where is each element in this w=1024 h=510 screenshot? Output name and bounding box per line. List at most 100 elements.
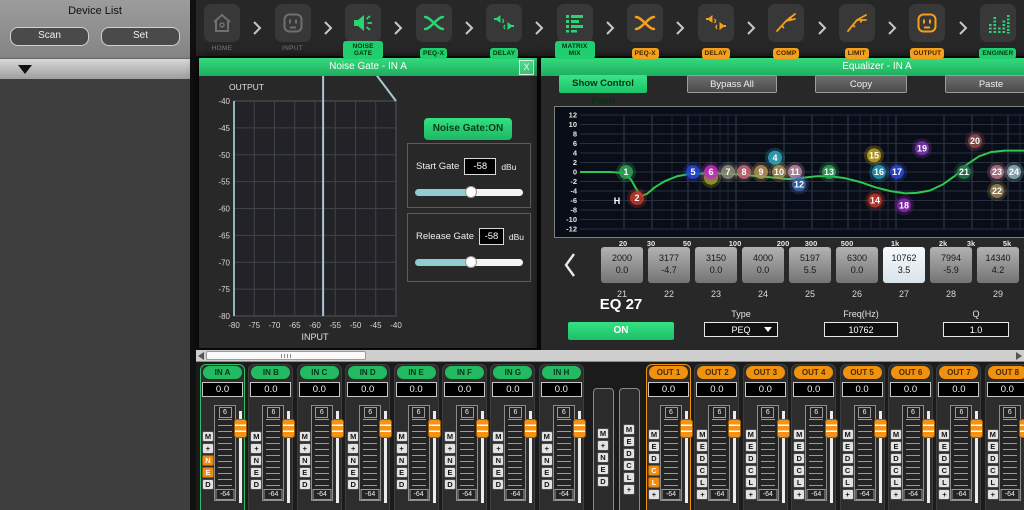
channel-button-e[interactable]: E [987, 441, 999, 452]
eq-control-point-14[interactable]: 14 [865, 191, 885, 211]
freq-value-field[interactable]: 10762 [824, 322, 898, 337]
channel-button-e[interactable]: E [444, 467, 456, 478]
channel-gain-value[interactable]: 0.0 [541, 382, 582, 397]
toolbar-item-delay[interactable]: DELAY [484, 4, 524, 60]
channel-button-d[interactable]: D [890, 453, 902, 464]
noise-gate-graph[interactable]: OUTPUT-40-45-50-55-60-65-70-75-80-80-75-… [199, 76, 537, 346]
channel-button-m[interactable]: M [623, 424, 635, 435]
channel-button-l[interactable]: L [745, 477, 757, 488]
close-icon[interactable]: X [519, 60, 534, 75]
channel-button-e[interactable]: E [492, 467, 504, 478]
fader-handle[interactable] [1019, 419, 1024, 438]
fader-handle[interactable] [874, 419, 887, 438]
channel-button-+[interactable]: + [793, 489, 805, 500]
mixer-scrollbar-thumb[interactable] [206, 351, 366, 360]
scroll-left-icon[interactable] [198, 352, 204, 360]
fader-handle[interactable] [234, 419, 247, 438]
channel-button-n[interactable]: N [202, 455, 214, 466]
channel-gain-value[interactable]: 0.0 [299, 382, 340, 397]
channel-button-c[interactable]: C [648, 465, 660, 476]
band-cell-29[interactable]: 143404.2 [976, 246, 1020, 284]
channel-button-+[interactable]: + [396, 443, 408, 454]
channel-button-c[interactable]: C [842, 465, 854, 476]
channel-button-e[interactable]: E [541, 467, 553, 478]
channel-gain-value[interactable]: 0.0 [347, 382, 388, 397]
eq-control-point-19[interactable]: 19 [912, 138, 932, 158]
channel-button-d[interactable]: D [938, 453, 950, 464]
channel-button-d[interactable]: D [745, 453, 757, 464]
fader-handle[interactable] [379, 419, 392, 438]
channel-button-+[interactable]: + [938, 489, 950, 500]
start-gate-slider-thumb[interactable] [465, 186, 477, 198]
paste-button[interactable]: Paste [945, 75, 1024, 93]
channel-button-m[interactable]: M [648, 429, 660, 440]
show-control-point-button[interactable]: Show Control Point [559, 75, 647, 93]
eq-control-point-16[interactable]: 16 [869, 162, 889, 182]
channel-button-d[interactable]: D [250, 479, 262, 490]
channel-gain-value[interactable]: 0.0 [202, 382, 243, 397]
channel-button-c[interactable]: C [745, 465, 757, 476]
start-gate-slider[interactable] [415, 189, 523, 196]
channel-button-m[interactable]: M [842, 429, 854, 440]
fader-handle[interactable] [970, 419, 983, 438]
channel-button-+[interactable]: + [299, 443, 311, 454]
channel-gain-value[interactable]: 0.0 [745, 382, 786, 397]
channel-button-d[interactable]: D [648, 453, 660, 464]
eq-curve-graph[interactable]: 121086420-2-4-6-8-10-1212567894101112131… [554, 106, 1024, 238]
release-gate-slider[interactable] [415, 259, 523, 266]
channel-gain-value[interactable]: 0.0 [492, 382, 533, 397]
channel-button-m[interactable]: M [396, 431, 408, 442]
channel-button-l[interactable]: L [987, 477, 999, 488]
band-cell-23[interactable]: 31500.0 [694, 246, 738, 284]
fader-handle[interactable] [524, 419, 537, 438]
channel-button-m[interactable]: M [696, 429, 708, 440]
channel-button-e[interactable]: E [745, 441, 757, 452]
eq-control-point-9[interactable]: 9 [751, 162, 771, 182]
channel-button-d[interactable]: D [492, 479, 504, 490]
fader-handle[interactable] [476, 419, 489, 438]
channel-button-e[interactable]: E [396, 467, 408, 478]
fader-handle[interactable] [728, 419, 741, 438]
toolbar-item-input[interactable]: INPUT [273, 4, 313, 52]
fader-handle[interactable] [282, 419, 295, 438]
channel-button-n[interactable]: N [492, 455, 504, 466]
toolbar-item-delay[interactable]: DELAY [696, 4, 736, 60]
channel-button-l[interactable]: L [793, 477, 805, 488]
band-cell-21[interactable]: 20000.0 [600, 246, 644, 284]
channel-button-e[interactable]: E [202, 467, 214, 478]
channel-button-e[interactable]: E [250, 467, 262, 478]
channel-gain-value[interactable]: 0.0 [696, 382, 737, 397]
channel-button-c[interactable]: C [696, 465, 708, 476]
channel-button-d[interactable]: D [793, 453, 805, 464]
scan-button[interactable]: Scan [10, 27, 89, 46]
set-button[interactable]: Set [101, 27, 180, 46]
channel-button-m[interactable]: M [202, 431, 214, 442]
toolbar-item-comp[interactable]: COMP [766, 4, 806, 60]
eq-control-point-2[interactable]: 2 [627, 188, 647, 208]
channel-gain-value[interactable]: 0.0 [842, 382, 883, 397]
channel-button-+[interactable]: + [696, 489, 708, 500]
channel-button-d[interactable]: D [396, 479, 408, 490]
toolbar-item-limit[interactable]: LIMIT [837, 4, 877, 60]
eq-control-point-21[interactable]: 21 [954, 162, 974, 182]
toolbar-item-enginer[interactable]: ENGINER [978, 4, 1018, 60]
channel-button-c[interactable]: C [890, 465, 902, 476]
toolbar-item-output[interactable]: OUTPUT [907, 4, 947, 60]
channel-button-n[interactable]: N [250, 455, 262, 466]
channel-button-l[interactable]: L [890, 477, 902, 488]
channel-gain-value[interactable]: 0.0 [793, 382, 834, 397]
channel-button-m[interactable]: M [745, 429, 757, 440]
channel-button-e[interactable]: E [648, 441, 660, 452]
channel-button-d[interactable]: D [347, 479, 359, 490]
release-gate-slider-thumb[interactable] [465, 256, 477, 268]
channel-button-m[interactable]: M [793, 429, 805, 440]
toolbar-item-matrix-mix[interactable]: MATRIX MIX [555, 4, 595, 60]
band-cell-24[interactable]: 40000.0 [741, 246, 785, 284]
q-value-field[interactable]: 1.0 [943, 322, 1009, 337]
channel-button-e[interactable]: E [938, 441, 950, 452]
channel-button-+[interactable]: + [250, 443, 262, 454]
channel-button-+[interactable]: + [492, 443, 504, 454]
band-scroll-left-icon[interactable] [563, 252, 577, 278]
channel-button-c[interactable]: C [938, 465, 950, 476]
eq-control-point-22[interactable]: 22 [987, 181, 1007, 201]
